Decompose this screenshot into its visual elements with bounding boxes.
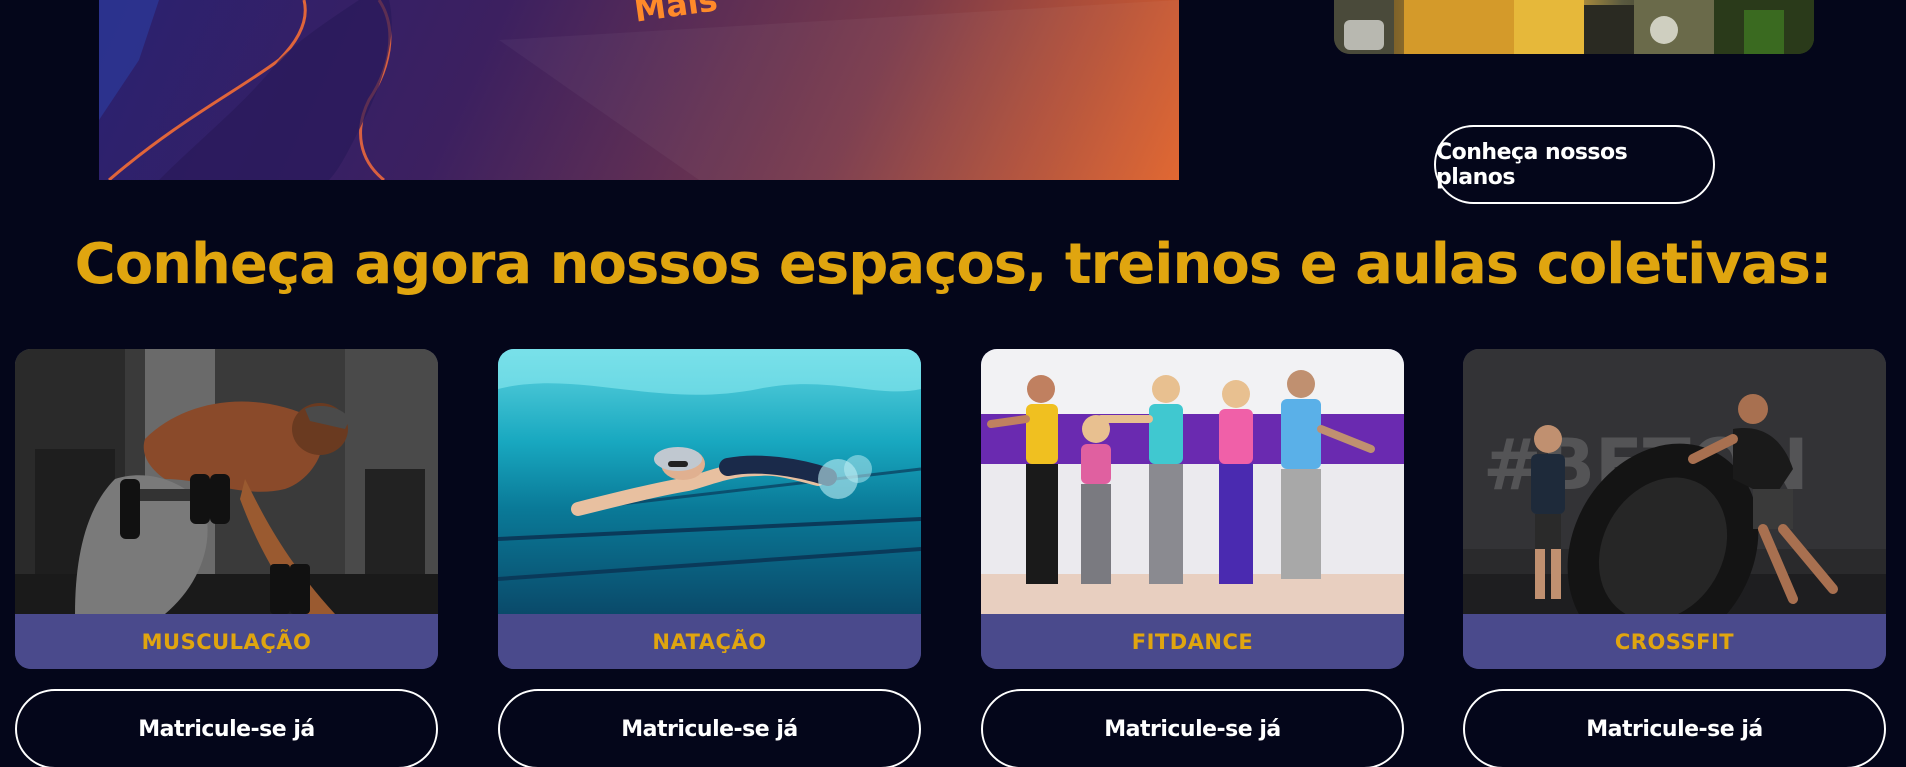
swimmer-pool-photo	[498, 349, 921, 614]
card-label: FITDANCE	[981, 614, 1404, 669]
card-crossfit[interactable]: #BETON CROSSFIT	[1463, 349, 1886, 669]
dance-group-photo	[981, 349, 1404, 614]
enroll-button-fitdance[interactable]: Matricule-se já	[981, 689, 1404, 767]
enroll-button-natacao[interactable]: Matricule-se já	[498, 689, 921, 767]
enroll-button-crossfit[interactable]: Matricule-se já	[1463, 689, 1886, 767]
card-fitdance[interactable]: FITDANCE	[981, 349, 1404, 669]
card-natacao[interactable]: NATAÇÃO	[498, 349, 921, 669]
hero-banner: Mais	[99, 0, 1179, 180]
enroll-button-musculacao[interactable]: Matricule-se já	[15, 689, 438, 767]
gym-interior-photo	[1334, 0, 1814, 54]
card-label: MUSCULAÇÃO	[15, 614, 438, 669]
card-label: NATAÇÃO	[498, 614, 921, 669]
card-label: CROSSFIT	[1463, 614, 1886, 669]
section-title: Conheça agora nossos espaços, treinos e …	[74, 232, 1833, 297]
card-musculacao[interactable]: MUSCULAÇÃO	[15, 349, 438, 669]
bodybuilder-dumbbell-photo	[15, 349, 438, 614]
tire-flip-photo: #BETON	[1463, 349, 1886, 614]
plans-button[interactable]: Conheça nossos planos	[1434, 125, 1715, 204]
